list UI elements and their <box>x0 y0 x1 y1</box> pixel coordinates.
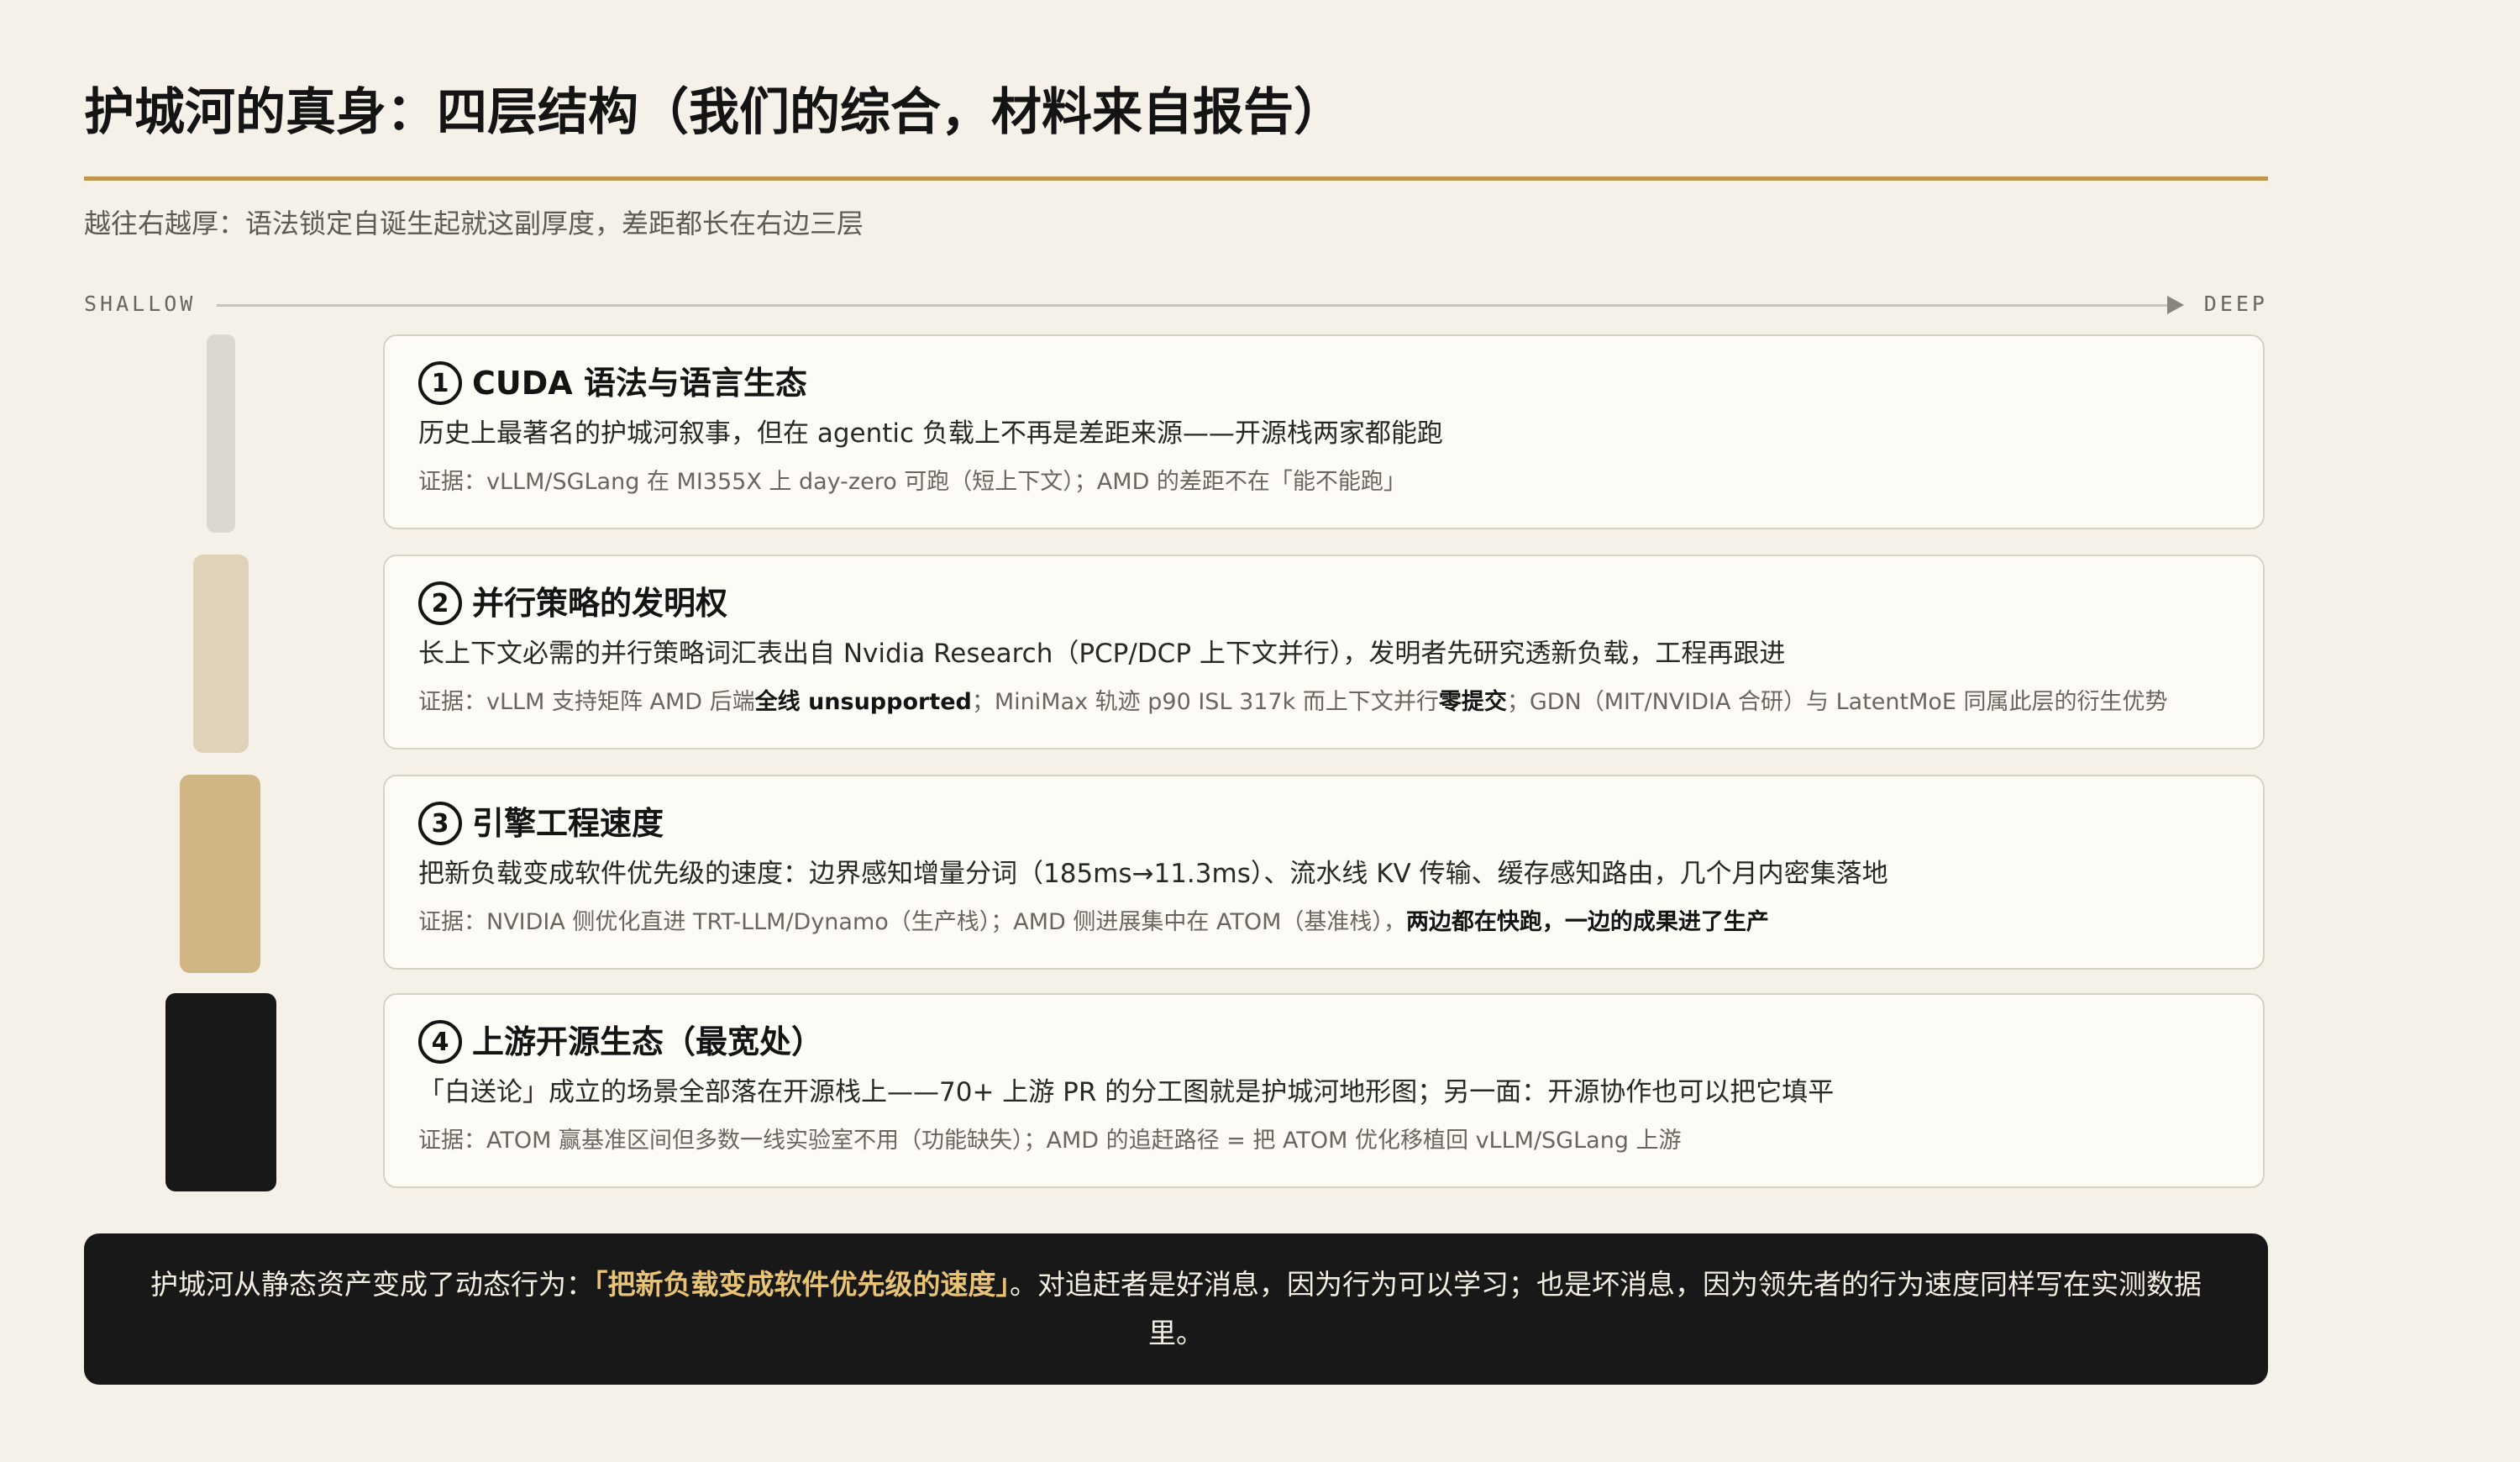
page-subtitle: 越往右越厚：语法锁定自诞生起就这副厚度，差距都长在右边三层 <box>84 208 864 239</box>
depth-bar-layer-3 <box>180 775 260 973</box>
axis-start-label: SHALLOW <box>84 292 197 316</box>
layer-card-header: 4 上游开源生态（最宽处） <box>418 1018 823 1065</box>
layer-description: 把新负载变成软件优先级的速度：边界感知增量分词（185ms→11.3ms）、流水… <box>418 859 1888 889</box>
layer-title: CUDA 语法与语言生态 <box>472 365 807 402</box>
depth-bar-layer-1 <box>207 334 235 533</box>
page-title: 护城河的真身：四层结构（我们的综合，材料来自报告） <box>84 83 1344 142</box>
evidence-text: ；MiniMax 轨迹 p90 ISL 317k 而上下文并行 <box>971 689 1439 715</box>
axis-end-label: DEEP <box>2203 292 2268 316</box>
depth-bar-layer-4 <box>165 993 276 1191</box>
depth-bar-layer-2 <box>193 555 249 753</box>
layer-card-4: 4 上游开源生态（最宽处） 「白送论」成立的场景全部落在开源栈上——70+ 上游… <box>383 993 2265 1188</box>
layer-card-header: 1 CUDA 语法与语言生态 <box>418 360 807 407</box>
layer-description: 历史上最著名的护城河叙事，但在 agentic 负载上不再是差距来源——开源栈两… <box>418 418 1443 449</box>
evidence-text: 证据：ATOM 赢基准区间但多数一线实验室不用（功能缺失）；AMD 的追赶路径 … <box>418 1128 1682 1154</box>
number-circle-icon: 1 <box>418 361 462 405</box>
number-circle-icon: 3 <box>418 802 462 845</box>
layer-description: 长上下文必需的并行策略词汇表出自 Nvidia Research（PCP/DCP… <box>418 639 1786 669</box>
layer-evidence: 证据：vLLM 支持矩阵 AMD 后端全线 unsupported；MiniMa… <box>418 686 2168 719</box>
evidence-emphasis: 零提交 <box>1438 689 1507 715</box>
layer-card-header: 2 并行策略的发明权 <box>418 580 727 627</box>
evidence-text: ；GDN（MIT/NVIDIA 合研）与 LatentMoE 同属此层的衍生优势 <box>1506 689 2168 715</box>
number-circle-icon: 4 <box>418 1020 462 1064</box>
layer-evidence: 证据：ATOM 赢基准区间但多数一线实验室不用（功能缺失）；AMD 的追赶路径 … <box>418 1124 1682 1158</box>
axis-arrow-icon <box>2167 296 2184 314</box>
callout-text-before: 护城河从静态资产变成了动态行为： <box>150 1268 594 1301</box>
depth-axis-line <box>217 304 2167 307</box>
layer-card-2: 2 并行策略的发明权 长上下文必需的并行策略词汇表出自 Nvidia Resea… <box>383 555 2265 749</box>
evidence-emphasis: 两边都在快跑，一边的成果进了生产 <box>1405 909 1769 935</box>
evidence-text: 证据：vLLM 支持矩阵 AMD 后端 <box>418 689 755 715</box>
evidence-text: 证据：vLLM/SGLang 在 MI355X 上 day-zero 可跑（短上… <box>418 469 1406 495</box>
layer-evidence: 证据：vLLM/SGLang 在 MI355X 上 day-zero 可跑（短上… <box>418 465 1406 499</box>
layer-title: 引擎工程速度 <box>472 805 664 842</box>
layer-card-1: 1 CUDA 语法与语言生态 历史上最著名的护城河叙事，但在 agentic 负… <box>383 334 2265 529</box>
conclusion-callout: 护城河从静态资产变成了动态行为：「把新负载变成软件优先级的速度」。对追赶者是好消… <box>84 1233 2268 1385</box>
layer-card-header: 3 引擎工程速度 <box>418 800 664 847</box>
callout-highlight: 「把新负载变成软件优先级的速度」 <box>594 1268 1010 1301</box>
layer-card-3: 3 引擎工程速度 把新负载变成软件优先级的速度：边界感知增量分词（185ms→1… <box>383 775 2265 970</box>
number-circle-icon: 2 <box>418 581 462 625</box>
evidence-emphasis: 全线 unsupported <box>754 689 972 715</box>
layer-evidence: 证据：NVIDIA 侧优化直进 TRT-LLM/Dynamo（生产栈）；AMD … <box>418 906 1769 939</box>
layer-title: 并行策略的发明权 <box>472 585 728 622</box>
layer-description: 「白送论」成立的场景全部落在开源栈上——70+ 上游 PR 的分工图就是护城河地… <box>418 1077 1835 1107</box>
callout-text-after: 。对追赶者是好消息，因为行为可以学习；也是坏消息，因为领先者的行为速度同样写在实… <box>1010 1268 2202 1349</box>
title-underline <box>84 176 2268 181</box>
layer-title: 上游开源生态（最宽处） <box>472 1023 824 1060</box>
evidence-text: 证据：NVIDIA 侧优化直进 TRT-LLM/Dynamo（生产栈）；AMD … <box>418 909 1406 935</box>
